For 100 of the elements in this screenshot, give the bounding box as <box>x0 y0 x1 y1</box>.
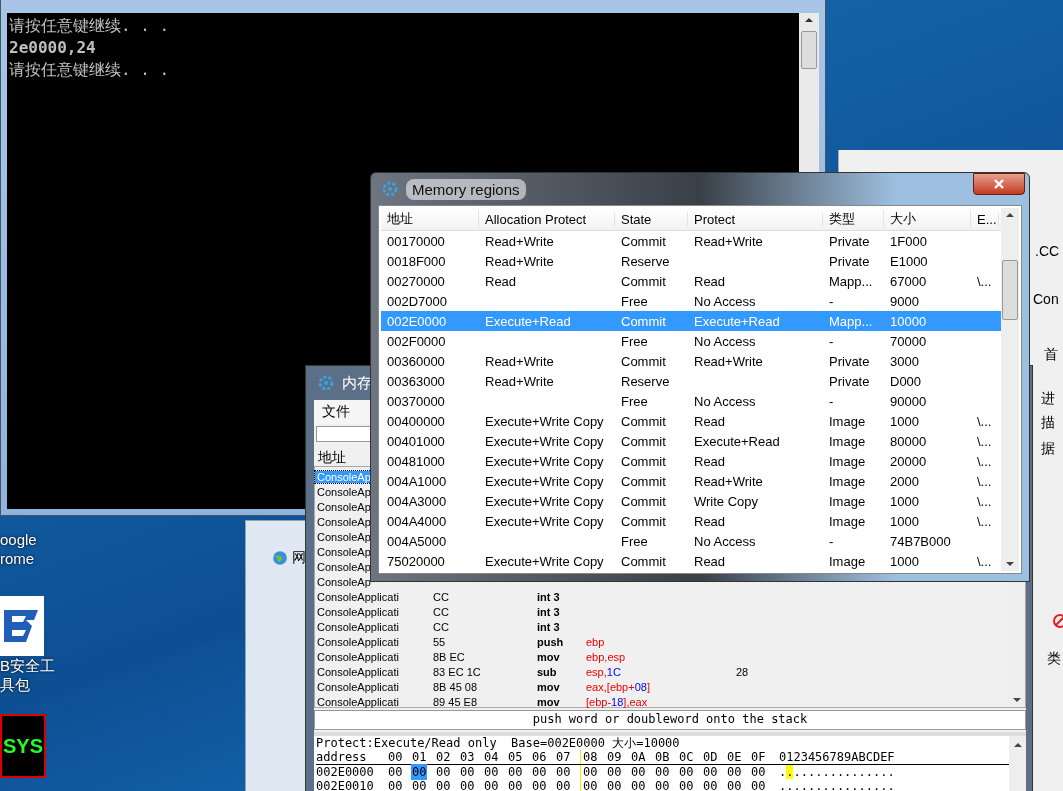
table-row[interactable]: 00170000 Read+Write Commit Read+Write Private 1F000 <box>381 231 1001 251</box>
byte-cell[interactable]: 00 <box>583 765 598 779</box>
table-row[interactable]: 004A5000 Free No Access - 74B7B000 <box>381 531 1001 551</box>
operands-cell-text: [ebp-18],eax <box>586 695 649 708</box>
desktop-icon-label[interactable]: oogle <box>0 530 60 549</box>
byte-cell[interactable]: 00 <box>655 765 670 779</box>
table-row[interactable]: 00270000 Read Commit Read Mapp... 67000 \... <box>381 271 1001 291</box>
bytes-cell-text: 55 <box>433 635 447 648</box>
table-row[interactable]: 75020000 Execute+Write Copy Commit Read Image 1000 \... <box>381 551 1001 571</box>
globe-icon <box>272 550 288 566</box>
address-cell[interactable]: ConsoleApplicati <box>315 620 433 633</box>
column-header: 03 <box>460 750 476 764</box>
address-cell[interactable]: ConsoleApplicati <box>315 695 433 708</box>
column-header[interactable]: 地址 <box>381 210 479 228</box>
byte-cell[interactable]: 00 <box>460 779 475 791</box>
byte-cell[interactable]: 00 <box>751 779 766 791</box>
scrollbar[interactable] <box>1001 208 1019 571</box>
column-header: 0123456789ABCDEF <box>779 750 895 764</box>
address-cell[interactable]: ConsoleApplicati <box>315 635 433 648</box>
region-info: Protect:Execute/Read only Base=002E0000 大小=10000 <box>316 736 681 750</box>
byte-cell[interactable]: 00 <box>484 765 499 779</box>
byte-cell[interactable]: 00 <box>532 765 547 779</box>
byte-cell[interactable]: 00 <box>436 765 451 779</box>
table-row[interactable]: 0018F000 Read+Write Reserve Private E1000 <box>381 251 1001 271</box>
byte-cell[interactable]: 00 <box>532 779 547 791</box>
byte-cell[interactable]: 00 <box>436 779 451 791</box>
close-button[interactable] <box>973 173 1025 195</box>
stop-icon[interactable] <box>1053 614 1063 628</box>
scroll-down-icon[interactable] <box>1011 697 1022 703</box>
table-row[interactable]: 002D7000 Free No Access - 9000 <box>381 291 1001 311</box>
desktop-icon-label[interactable]: B安全工 <box>0 656 60 675</box>
window-title: 内存 <box>342 373 372 393</box>
column-header: 04 <box>484 750 500 764</box>
column-header[interactable]: Allocation Protect <box>479 211 615 227</box>
byte-cell[interactable]: 00 <box>751 765 766 779</box>
table-row[interactable]: 004A3000 Execute+Write Copy Commit Write Copy Image 1000 \... <box>381 491 1001 511</box>
shield-logo-icon[interactable] <box>0 596 44 656</box>
byte-cell[interactable]: 00 <box>508 779 523 791</box>
column-header[interactable]: Protect <box>688 211 823 227</box>
byte-cell[interactable]: 00 <box>484 779 499 791</box>
column-header: 02 <box>436 750 452 764</box>
operands-cell-text: esp,1C <box>586 665 622 678</box>
scroll-up-icon[interactable] <box>1012 742 1023 748</box>
menu-item[interactable]: 文件 <box>322 403 350 421</box>
byte-cell[interactable]: 00 <box>631 765 646 779</box>
byte-cell[interactable]: 00 <box>655 779 670 791</box>
byte-cell[interactable]: 00 <box>727 779 742 791</box>
table-row[interactable]: 00363000 Read+Write Reserve Private D000 <box>381 371 1001 391</box>
column-header: 08 <box>580 750 607 764</box>
desktop-icon-label[interactable]: 具包 <box>0 675 60 694</box>
scroll-thumb[interactable] <box>801 31 817 69</box>
byte-cell[interactable]: 00 <box>412 779 427 791</box>
scroll-up-icon[interactable] <box>804 17 814 23</box>
opcode-cell-text: int 3 <box>537 590 561 603</box>
byte-cell[interactable]: 00 <box>583 779 598 791</box>
address-cell[interactable]: ConsoleApplicati <box>315 605 433 618</box>
byte-cell[interactable]: 00 <box>508 765 523 779</box>
table-row[interactable]: 004A4000 Execute+Write Copy Commit Read Image 1000 \... <box>381 511 1001 531</box>
tab-label[interactable]: 网 <box>292 549 306 567</box>
operands-cell-text: eax,[ebp+08] <box>586 680 651 693</box>
byte-cell[interactable]: 00 <box>607 765 622 779</box>
terminal-icon[interactable]: SYS <box>0 714 46 778</box>
byte-cell[interactable]: 00 <box>388 779 403 791</box>
table-row[interactable]: 00400000 Execute+Write Copy Commit Read Image 1000 \... <box>381 411 1001 431</box>
icon-label: SYS <box>3 734 43 758</box>
byte-cell[interactable]: 00 <box>703 765 718 779</box>
address-cell[interactable]: ConsoleApplicati <box>315 590 433 603</box>
window-text: Con <box>1033 291 1059 307</box>
opcode-cell-text: mov <box>537 695 561 708</box>
column-header[interactable]: 类型 <box>823 210 884 228</box>
address-cell[interactable]: ConsoleApplicati <box>315 650 433 663</box>
address-cell[interactable]: ConsoleApplicati <box>315 680 433 693</box>
column-header[interactable]: 大小 <box>884 210 971 228</box>
close-icon <box>993 178 1005 190</box>
byte-cell[interactable]: 00 <box>631 779 646 791</box>
address-cell[interactable]: ConsoleApplicati <box>315 665 433 678</box>
column-header[interactable]: E... <box>971 211 999 227</box>
table-row[interactable]: 00401000 Execute+Write Copy Commit Execute+Read Image 80000 \... <box>381 431 1001 451</box>
table-row[interactable]: 00481000 Execute+Write Copy Commit Read Image 20000 \... <box>381 451 1001 471</box>
byte-cell[interactable]: 00 <box>679 765 694 779</box>
byte-cell[interactable]: 00 <box>679 779 694 791</box>
byte-cell[interactable]: 00 <box>727 765 742 779</box>
scroll-down-icon[interactable] <box>1005 561 1015 567</box>
opcode-cell-text: mov <box>537 680 561 693</box>
column-header[interactable]: 地址 <box>318 449 346 465</box>
scroll-up-icon[interactable] <box>1005 212 1015 218</box>
scroll-thumb[interactable] <box>1002 259 1018 320</box>
byte-cell[interactable]: 00 <box>556 765 571 779</box>
column-header[interactable]: State <box>615 211 688 227</box>
byte-cell[interactable]: 00 <box>703 779 718 791</box>
byte-cell[interactable]: 00 <box>412 765 427 779</box>
table-row[interactable]: 00370000 Free No Access - 90000 <box>381 391 1001 411</box>
table-row[interactable]: 002F0000 Free No Access - 70000 <box>381 331 1001 351</box>
byte-cell[interactable]: 00 <box>607 779 622 791</box>
byte-cell[interactable]: 00 <box>460 765 475 779</box>
byte-cell[interactable]: 00 <box>556 779 571 791</box>
table-row[interactable]: 00360000 Read+Write Commit Read+Write Private 3000 <box>381 351 1001 371</box>
byte-cell[interactable]: 00 <box>388 765 403 779</box>
column-header: 06 <box>532 750 548 764</box>
desktop-icon-label[interactable]: rome <box>0 549 60 568</box>
